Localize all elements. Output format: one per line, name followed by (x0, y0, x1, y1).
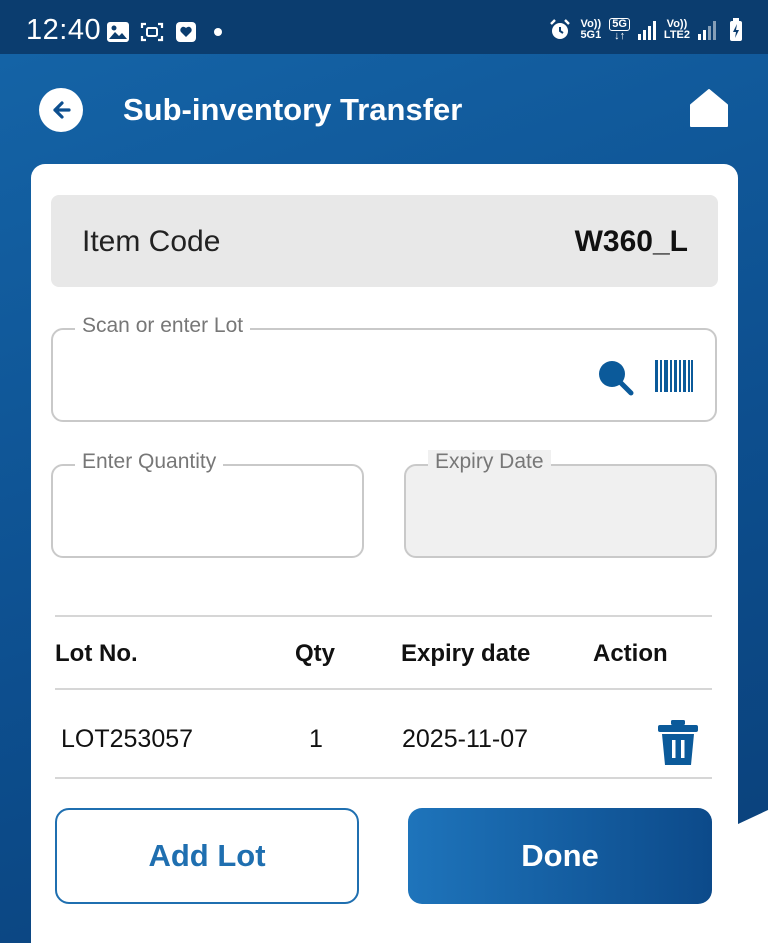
gallery-icon (106, 20, 130, 44)
status-left-icons (106, 20, 222, 44)
barcode-scan-icon[interactable] (655, 360, 693, 392)
item-code-panel: Item Code W360_L (51, 195, 718, 287)
row-lot: LOT253057 (61, 725, 194, 753)
lot-input[interactable] (75, 360, 473, 394)
table-bottom-divider (55, 777, 712, 779)
search-icon[interactable] (595, 357, 635, 397)
health-icon (174, 20, 198, 44)
lot-field[interactable]: Scan or enter Lot (51, 314, 717, 422)
home-button[interactable] (690, 88, 728, 128)
page-title: Sub-inventory Transfer (123, 92, 463, 127)
lot-field-label: Scan or enter Lot (75, 314, 251, 338)
col-header-expiry: Expiry date (401, 640, 531, 667)
notification-dot (214, 28, 222, 36)
row-qty: 1 (309, 725, 323, 753)
expiry-date-field-label: Expiry Date (428, 450, 551, 474)
sim2-network: Vo)) LTE2 (664, 19, 690, 41)
sim1-type-label: 5G1 (580, 29, 602, 41)
expiry-date-input (428, 496, 614, 530)
status-bar: 12:40 Vo)) 5G1 5G ↓↑ Vo)) LTE2 (0, 0, 768, 54)
signal-icon-2 (698, 20, 716, 40)
table-top-divider (55, 615, 712, 617)
item-code-label: Item Code (82, 225, 221, 258)
sim1-network: Vo)) 5G1 (580, 19, 601, 41)
expiry-date-field: Expiry Date (404, 450, 717, 558)
back-arrow-icon (53, 101, 71, 119)
app-header: Sub-inventory Transfer (0, 54, 768, 164)
home-icon (690, 89, 728, 127)
status-time: 12:40 (26, 14, 102, 46)
back-button[interactable] (39, 88, 83, 132)
row-expiry: 2025-11-07 (402, 725, 529, 753)
transfer-card: Item Code W360_L Scan or enter Lot Enter… (31, 164, 738, 943)
data-arrows-icon: ↓↑ (614, 30, 626, 42)
alarm-icon (548, 18, 572, 42)
signal-icon (637, 20, 656, 40)
col-header-action: Action (593, 640, 668, 667)
table-header-divider (55, 688, 712, 690)
col-header-qty: Qty (295, 640, 336, 667)
add-lot-button[interactable]: Add Lot (55, 808, 359, 904)
sim-5g: 5G ↓↑ (609, 18, 630, 42)
battery-icon (724, 18, 748, 42)
done-button[interactable]: Done (408, 808, 712, 904)
status-right-icons: Vo)) 5G1 5G ↓↑ Vo)) LTE2 (548, 18, 748, 42)
trash-icon[interactable] (657, 720, 699, 766)
quantity-input[interactable] (75, 496, 261, 530)
sim2-type-label: LTE2 (663, 29, 690, 41)
item-code-value: W360_L (574, 225, 688, 258)
quantity-field-label: Enter Quantity (75, 450, 224, 474)
col-header-lot: Lot No. (55, 640, 138, 667)
quantity-field[interactable]: Enter Quantity (51, 450, 364, 558)
screenshot-icon (140, 20, 164, 44)
